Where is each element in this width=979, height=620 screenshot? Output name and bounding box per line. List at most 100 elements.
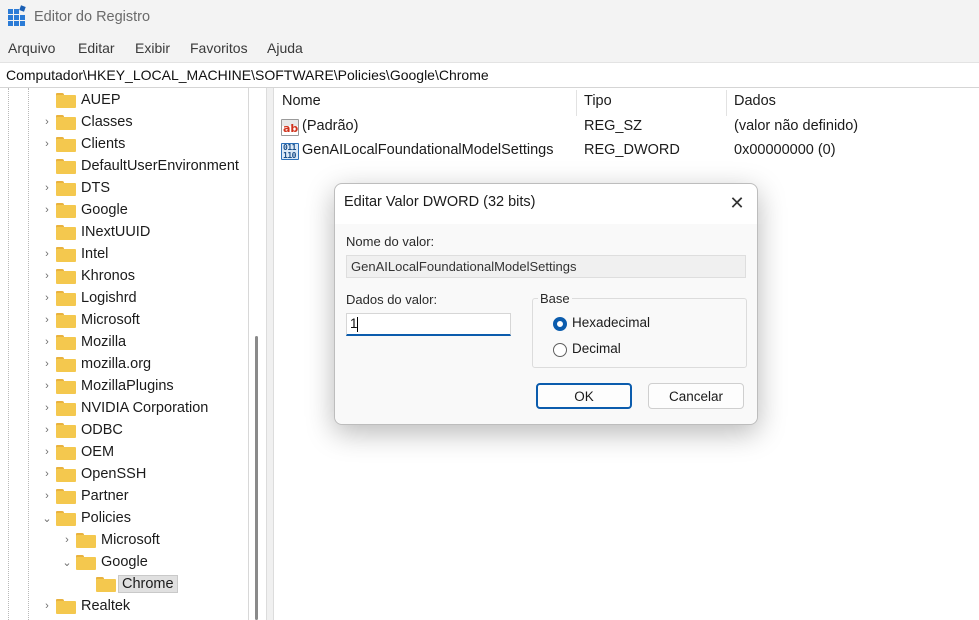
- tree-item-khronos[interactable]: › Khronos: [40, 265, 135, 287]
- chevron-right-icon[interactable]: ›: [40, 137, 54, 151]
- value-data-input[interactable]: 1: [346, 313, 511, 336]
- chevron-right-icon[interactable]: ›: [40, 423, 54, 437]
- chevron-right-icon[interactable]: ›: [40, 181, 54, 195]
- menu-editar[interactable]: Editar: [78, 40, 115, 56]
- value-row[interactable]: 011 110 GenAILocalFoundationalModelSettin…: [274, 140, 979, 162]
- chevron-right-icon[interactable]: ›: [40, 467, 54, 481]
- folder-icon: [56, 598, 76, 614]
- tree-item-oem[interactable]: › OEM: [40, 441, 114, 463]
- ok-button[interactable]: OK: [536, 383, 632, 409]
- tree-item-label: Chrome: [118, 575, 178, 593]
- tree-item-nvidia-corporation[interactable]: › NVIDIA Corporation: [40, 397, 208, 419]
- value-name: GenAILocalFoundationalModelSettings: [302, 142, 554, 158]
- menu-arquivo[interactable]: Arquivo: [8, 40, 55, 56]
- column-header-name[interactable]: Nome: [282, 93, 321, 109]
- tree-scrollbar-thumb[interactable]: [255, 336, 258, 620]
- chevron-right-icon[interactable]: ›: [40, 115, 54, 129]
- tree-item-logishrd[interactable]: › Logishrd: [40, 287, 137, 309]
- tree-item-label: AUEP: [81, 92, 121, 108]
- folder-icon: [96, 576, 116, 592]
- tree-item-mozillaplugins[interactable]: › MozillaPlugins: [40, 375, 174, 397]
- tree-item-label: OpenSSH: [81, 466, 147, 482]
- radio-decimal[interactable]: [553, 343, 567, 357]
- chevron-right-icon[interactable]: ›: [40, 313, 54, 327]
- chevron-right-icon[interactable]: ›: [40, 247, 54, 261]
- tree-item-label: mozilla.org: [81, 356, 152, 372]
- radio-decimal-label[interactable]: Decimal: [572, 341, 621, 356]
- tree-guide-line: [8, 88, 9, 620]
- chevron-right-icon[interactable]: ›: [40, 489, 54, 503]
- chevron-right-icon[interactable]: ›: [40, 445, 54, 459]
- chevron-right-icon[interactable]: ›: [40, 335, 54, 349]
- folder-icon: [76, 554, 96, 570]
- tree-item-auep[interactable]: AUEP: [40, 89, 121, 111]
- tree-scrollbar-track: [248, 88, 249, 620]
- folder-icon: [56, 488, 76, 504]
- tree-item-clients[interactable]: › Clients: [40, 133, 125, 155]
- cancel-button[interactable]: Cancelar: [648, 383, 744, 409]
- value-data: 0x00000000 (0): [734, 142, 836, 158]
- pane-splitter[interactable]: [266, 88, 274, 620]
- close-icon[interactable]: ✕: [723, 190, 751, 216]
- tree-item-label: Partner: [81, 488, 129, 504]
- tree-item-mozilla-org[interactable]: › mozilla.org: [40, 353, 151, 375]
- column-divider[interactable]: [726, 90, 727, 116]
- chevron-right-icon[interactable]: ›: [40, 401, 54, 415]
- tree-item-microsoft[interactable]: › Microsoft: [60, 529, 160, 551]
- tree-item-chrome[interactable]: Chrome: [80, 573, 178, 595]
- menu-ajuda[interactable]: Ajuda: [267, 40, 303, 56]
- address-bar[interactable]: Computador\HKEY_LOCAL_MACHINE\SOFTWARE\P…: [0, 62, 979, 88]
- chevron-right-icon[interactable]: ›: [40, 379, 54, 393]
- folder-icon: [56, 158, 76, 174]
- tree-item-policies[interactable]: ⌄ Policies: [40, 507, 131, 529]
- column-header-type[interactable]: Tipo: [584, 93, 612, 109]
- chevron-right-icon[interactable]: ›: [40, 291, 54, 305]
- value-row[interactable]: ab (Padrão) REG_SZ (valor não definido): [274, 116, 979, 138]
- tree-item-label: Logishrd: [81, 290, 137, 306]
- tree-item-odbc[interactable]: › ODBC: [40, 419, 123, 441]
- key-tree: AUEP › Classes › Clients DefaultUserEnvironme…: [0, 88, 266, 620]
- chevron-right-icon[interactable]: ›: [40, 357, 54, 371]
- tree-item-intel[interactable]: › Intel: [40, 243, 108, 265]
- base-label: Base: [538, 291, 572, 306]
- column-divider[interactable]: [576, 90, 577, 116]
- chevron-right-icon[interactable]: ›: [40, 203, 54, 217]
- address-path[interactable]: Computador\HKEY_LOCAL_MACHINE\SOFTWARE\P…: [6, 67, 489, 83]
- tree-item-label: Khronos: [81, 268, 136, 284]
- folder-icon: [56, 180, 76, 196]
- tree-item-inextuuid[interactable]: INextUUID: [40, 221, 150, 243]
- tree-item-mozilla[interactable]: › Mozilla: [40, 331, 126, 353]
- value-type: REG_DWORD: [584, 142, 680, 158]
- chevron-right-icon[interactable]: ›: [60, 533, 74, 547]
- folder-icon: [56, 400, 76, 416]
- chevron-right-icon[interactable]: ›: [40, 269, 54, 283]
- menu-favoritos[interactable]: Favoritos: [190, 40, 248, 56]
- menu-exibir[interactable]: Exibir: [135, 40, 170, 56]
- tree-item-dts[interactable]: › DTS: [40, 177, 110, 199]
- radio-hexadecimal-label[interactable]: Hexadecimal: [572, 315, 650, 330]
- tree-item-google[interactable]: ⌄ Google: [60, 551, 147, 573]
- tree-item-microsoft[interactable]: › Microsoft: [40, 309, 140, 331]
- tree-item-partner[interactable]: › Partner: [40, 485, 129, 507]
- tree-item-label: ODBC: [81, 422, 123, 438]
- folder-icon: [56, 334, 76, 350]
- tree-item-defaultuserenvironment[interactable]: DefaultUserEnvironment: [40, 155, 239, 177]
- tree-item-classes[interactable]: › Classes: [40, 111, 132, 133]
- chevron-right-icon[interactable]: ›: [40, 599, 54, 613]
- tree-item-google[interactable]: › Google: [40, 199, 128, 221]
- tree-item-openssh[interactable]: › OpenSSH: [40, 463, 146, 485]
- tree-guide-line: [28, 88, 29, 620]
- column-header-data[interactable]: Dados: [734, 93, 776, 109]
- tree-item-realtek[interactable]: › Realtek: [40, 595, 130, 617]
- folder-icon: [56, 290, 76, 306]
- tree-item-label: Mozilla: [81, 334, 127, 350]
- chevron-down-icon[interactable]: ⌄: [60, 555, 74, 569]
- folder-icon: [56, 312, 76, 328]
- tree-item-label: Intel: [81, 246, 109, 262]
- chevron-down-icon[interactable]: ⌄: [40, 511, 54, 525]
- dialog-body: Nome do valor: GenAILocalFoundationalMod…: [335, 224, 757, 424]
- window-title: Editor do Registro: [34, 9, 151, 25]
- radio-hexadecimal[interactable]: [553, 317, 567, 331]
- dialog-title: Editar Valor DWORD (32 bits): [344, 194, 536, 210]
- tree-item-label: OEM: [81, 444, 115, 460]
